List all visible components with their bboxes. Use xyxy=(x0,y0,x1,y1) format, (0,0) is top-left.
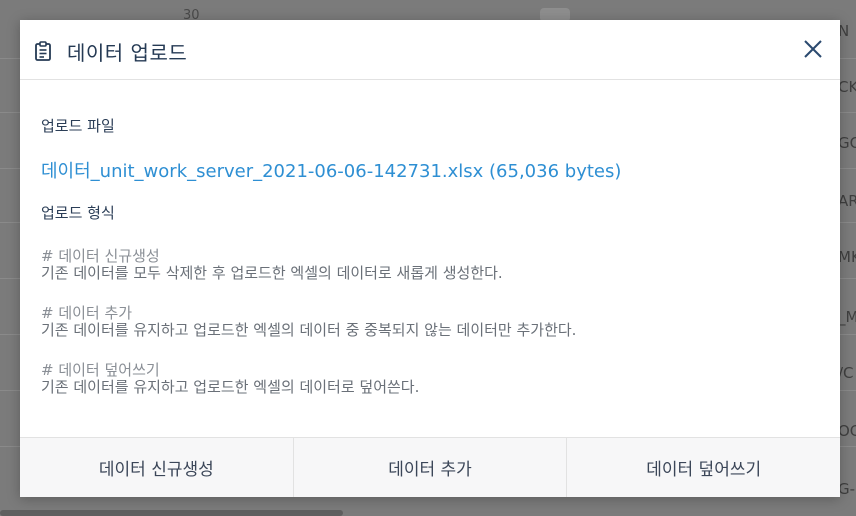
modal-body: 업로드 파일 데이터_unit_work_server_2021-06-06-1… xyxy=(20,81,840,437)
background-cell: MK xyxy=(838,248,856,266)
overwrite-data-button[interactable]: 데이터 덮어쓰기 xyxy=(567,438,840,497)
background-cell: OG xyxy=(838,422,856,440)
modal-footer: 데이터 신규생성 데이터 추가 데이터 덮어쓰기 xyxy=(20,437,840,497)
format-section-label: 업로드 형식 xyxy=(41,204,115,222)
modal-header: 데이터 업로드 xyxy=(20,20,840,80)
modal-title: 데이터 업로드 xyxy=(67,41,188,65)
format-add-description: 기존 데이터를 유지하고 업로드한 엑셀의 데이터 중 중복되지 않는 데이터만… xyxy=(41,321,577,339)
format-create-description: 기존 데이터를 모두 삭제한 후 업로드한 엑셀의 데이터로 새롭게 생성한다. xyxy=(41,264,503,282)
background-cell: /C xyxy=(838,364,854,382)
upload-modal: 데이터 업로드 업로드 파일 데이터_unit_work_server_2021… xyxy=(20,20,840,497)
background-cell: G-S xyxy=(838,480,856,498)
uploaded-file-link[interactable]: 데이터_unit_work_server_2021-06-06-142731.x… xyxy=(41,157,621,183)
background-cell: N xyxy=(838,22,850,40)
background-cell: _M xyxy=(838,308,856,326)
background-cell: GC xyxy=(838,134,856,152)
add-data-button[interactable]: 데이터 추가 xyxy=(293,438,568,497)
format-overwrite-description: 기존 데이터를 유지하고 업로드한 엑셀의 데이터로 덮어쓴다. xyxy=(41,378,420,396)
background-cell: CK xyxy=(838,78,856,96)
clipboard-icon xyxy=(34,41,52,61)
horizontal-scrollbar[interactable] xyxy=(0,510,343,516)
close-icon[interactable] xyxy=(802,38,824,60)
file-section-label: 업로드 파일 xyxy=(41,117,115,135)
create-data-button[interactable]: 데이터 신규생성 xyxy=(20,438,294,497)
background-cell: AR xyxy=(838,192,856,210)
